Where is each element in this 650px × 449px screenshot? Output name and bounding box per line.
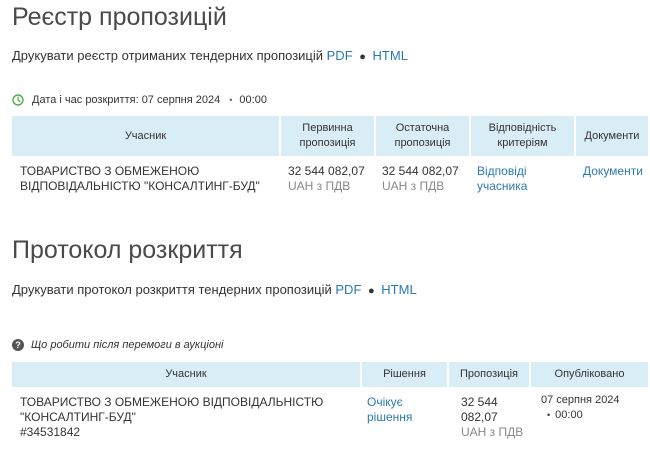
clock-icon (12, 94, 24, 106)
protocol-participant-cell: ТОВАРИСТВО З ОБМЕЖЕНОЮ ВІДПОВІДАЛЬНІСТЮ … (12, 387, 361, 440)
col-participant: Учасник (12, 116, 281, 156)
disclosure-date-label: Дата і час розкриття: 07 серпня 2024 (32, 94, 221, 106)
offer-cell: 32 544 082,07 UAH з ПДВ (448, 387, 530, 440)
published-cell: 07 серпня 2024 • 00:00 (530, 387, 648, 440)
published-time-line: • 00:00 (541, 408, 644, 423)
disclosure-date: Дата і час розкриття: 07 серпня 2024 • 0… (12, 94, 267, 106)
col-final-offer: Остаточна пропозиція (375, 116, 471, 156)
help-text[interactable]: Що робити після перемоги в аукціоні (31, 339, 223, 351)
protocol-table: Учасник Рішення Пропозиція Опубліковано … (12, 362, 648, 440)
participant-name: ТОВАРИСТВО З ОБМЕЖЕНОЮ ВІДПОВІДАЛЬНІСТЮ … (20, 164, 260, 193)
published-time: 00:00 (555, 409, 583, 421)
col-published: Опубліковано (530, 362, 648, 387)
participant-id: #34531842 (20, 425, 81, 439)
table-row: ТОВАРИСТВО З ОБМЕЖЕНОЮ ВІДПОВІДАЛЬНІСТЮ … (12, 387, 648, 440)
protocol-print-text: Друкувати протокол розкриття тендерних п… (12, 282, 332, 297)
awaiting-decision-link[interactable]: Очікує рішення (367, 395, 412, 424)
protocol-title: Протокол розкриття (12, 236, 243, 264)
col-participant: Учасник (12, 362, 362, 387)
table-row: ТОВАРИСТВО З ОБМЕЖЕНОЮ ВІДПОВІДАЛЬНІСТЮ … (12, 156, 648, 194)
initial-offer-cell: 32 544 082,07 UAH з ПДВ (280, 156, 375, 194)
registry-html-link[interactable]: HTML (373, 48, 408, 63)
registry-table: Учасник Первинна пропозиція Остаточна пр… (12, 116, 648, 194)
offer-currency: UAH з ПДВ (461, 425, 524, 439)
separator-dot-icon: • (547, 410, 551, 420)
initial-amount: 32 544 082,07 (288, 164, 365, 178)
final-amount: 32 544 082,07 (382, 164, 459, 178)
registry-title: Реєстр пропозицій (12, 3, 227, 31)
final-currency: UAH з ПДВ (382, 179, 445, 193)
col-decision: Рішення (361, 362, 449, 387)
col-compliance: Відповідність критеріям (470, 116, 576, 156)
protocol-html-link[interactable]: HTML (381, 282, 416, 297)
disclosure-time: 00:00 (239, 94, 267, 106)
compliance-cell: Відповіді учасника (470, 156, 575, 194)
registry-print-line: Друкувати реєстр отриманих тендерних про… (12, 48, 408, 63)
decision-cell: Очікує рішення (361, 387, 448, 440)
col-initial-offer: Первинна пропозиція (280, 116, 376, 156)
protocol-pdf-link[interactable]: PDF (335, 282, 361, 297)
participant-name: ТОВАРИСТВО З ОБМЕЖЕНОЮ ВІДПОВІДАЛЬНІСТЮ … (20, 395, 324, 424)
offer-amount: 32 544 082,07 (461, 395, 498, 424)
separator-dot-icon: • (229, 95, 233, 105)
help-icon: ? (12, 339, 24, 351)
separator-dot-icon: ● (368, 285, 375, 297)
initial-currency: UAH з ПДВ (288, 179, 351, 193)
published-date: 07 серпня 2024 (541, 394, 620, 406)
protocol-print-line: Друкувати протокол розкриття тендерних п… (12, 282, 417, 297)
col-offer: Пропозиція (448, 362, 531, 387)
col-documents: Документи (575, 116, 648, 156)
separator-dot-icon: ● (359, 51, 366, 63)
help-line[interactable]: ? Що робити після перемоги в аукціоні (12, 339, 223, 351)
registry-header-row: Учасник Первинна пропозиція Остаточна пр… (12, 116, 648, 156)
protocol-header-row: Учасник Рішення Пропозиція Опубліковано (12, 362, 648, 387)
participant-answers-link[interactable]: Відповіді учасника (477, 164, 527, 193)
documents-link[interactable]: Документи (583, 164, 643, 178)
documents-cell: Документи (575, 156, 648, 194)
final-offer-cell: 32 544 082,07 UAH з ПДВ (375, 156, 470, 194)
registry-print-text: Друкувати реєстр отриманих тендерних про… (12, 48, 324, 63)
registry-pdf-link[interactable]: PDF (327, 48, 353, 63)
